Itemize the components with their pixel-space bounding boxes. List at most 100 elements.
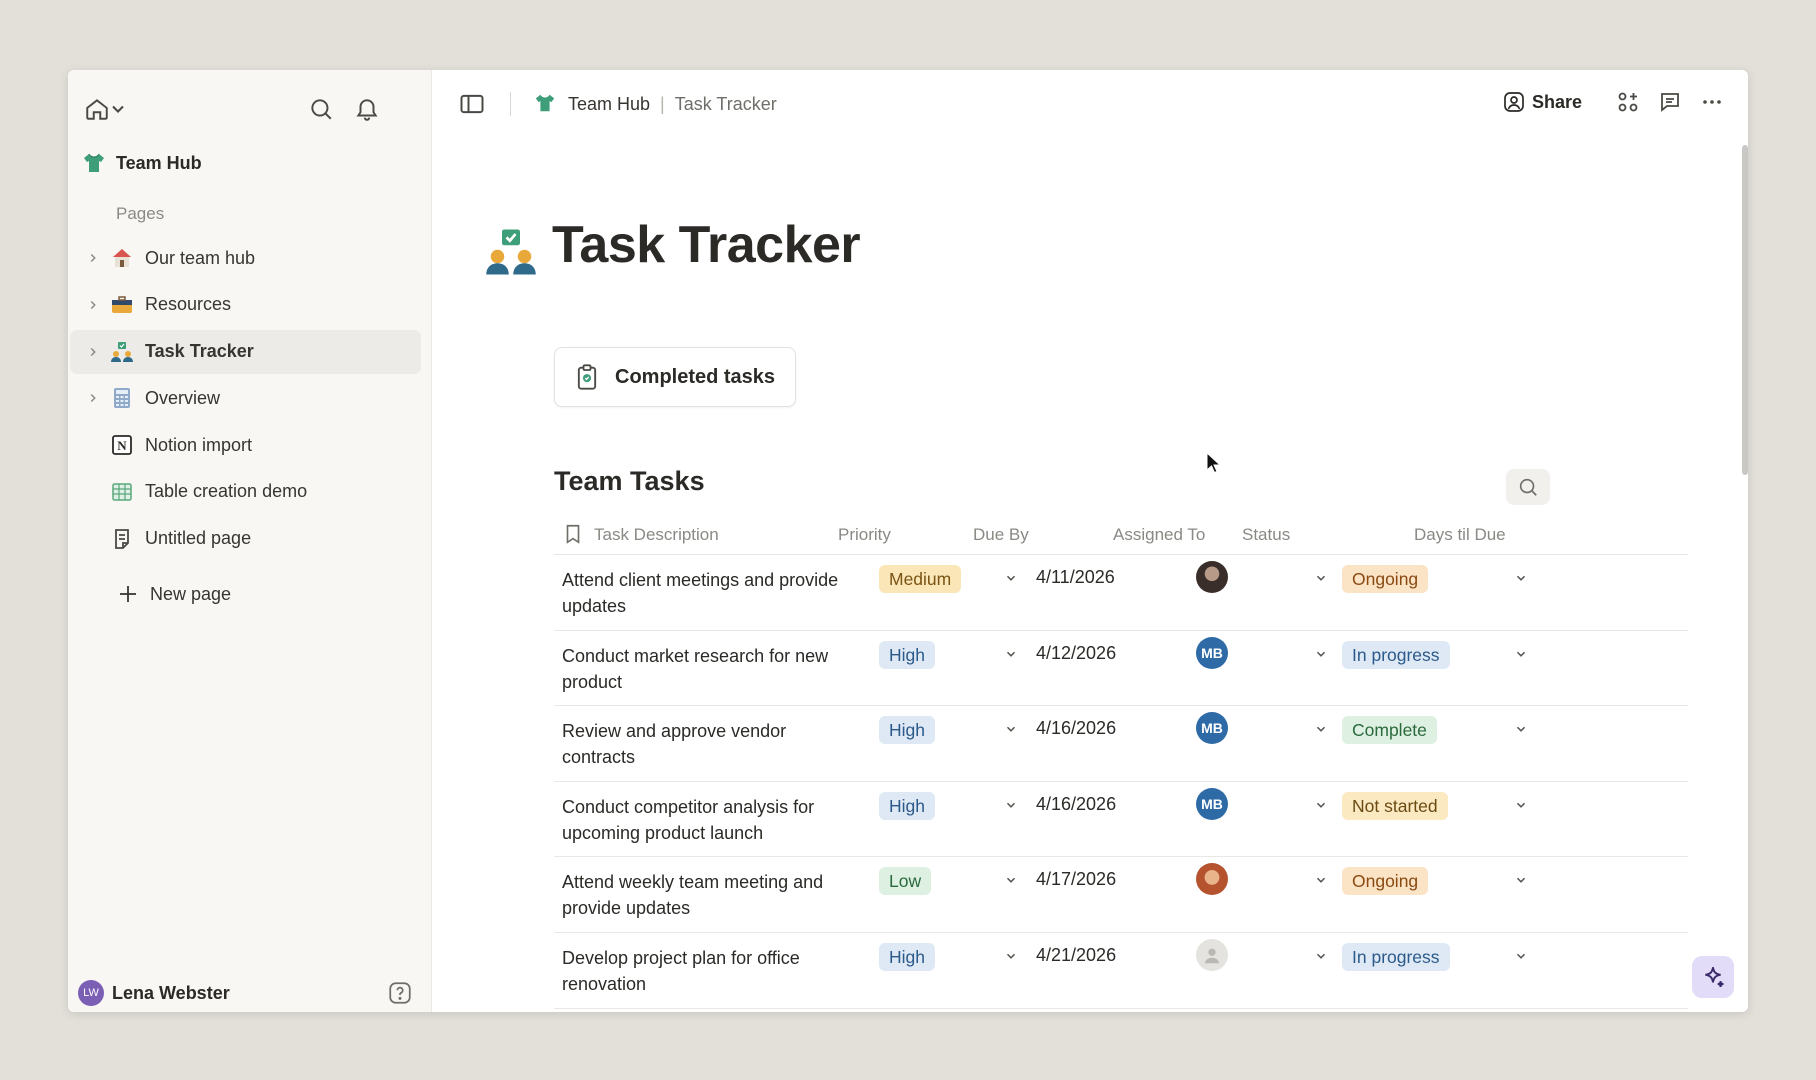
due-date[interactable]: 4/11/2026	[1036, 567, 1115, 588]
new-page-button[interactable]: New page	[116, 582, 231, 606]
chevron-right-icon[interactable]	[78, 251, 108, 265]
avatar[interactable]: MB	[1196, 712, 1228, 745]
priority-tag[interactable]: High	[879, 791, 935, 820]
more-icon[interactable]	[1698, 88, 1726, 116]
task-description[interactable]: Attend weekly team meeting and provide u…	[562, 869, 852, 921]
chevron-down-icon[interactable]	[1004, 947, 1018, 968]
chevron-down-icon[interactable]	[108, 92, 128, 126]
chevron-down-icon[interactable]	[1314, 947, 1328, 968]
table-row[interactable]: Review and approve vendor contracts High…	[554, 706, 1688, 782]
chevron-down-icon[interactable]	[1004, 569, 1018, 590]
table-search-button[interactable]	[1506, 469, 1550, 505]
sidebar-item-task-tracker[interactable]: Task Tracker	[70, 329, 421, 374]
status-tag[interactable]: In progress	[1342, 640, 1450, 669]
chevron-down-icon[interactable]	[1314, 645, 1328, 666]
chevron-down-icon[interactable]	[1314, 569, 1328, 590]
chevron-right-icon[interactable]	[78, 391, 108, 405]
chevron-right-icon[interactable]	[78, 298, 108, 312]
sidebar-item-our-team-hub[interactable]: Our team hub	[70, 236, 421, 280]
priority-tag[interactable]: High	[879, 942, 935, 971]
due-date[interactable]: 4/17/2026	[1036, 869, 1116, 890]
table-row[interactable]: Conduct market research for new product …	[554, 631, 1688, 707]
status-tag[interactable]: In progress	[1342, 942, 1450, 971]
column-header-task-description[interactable]: Task Description	[566, 524, 719, 545]
due-date[interactable]: 4/21/2026	[1036, 945, 1116, 966]
sidebar-item-untitled-page[interactable]: Untitled page	[70, 517, 421, 561]
due-date[interactable]: 4/16/2026	[1036, 794, 1116, 815]
column-header-priority[interactable]: Priority	[838, 525, 891, 545]
avatar[interactable]: MB	[1196, 787, 1228, 820]
scrollbar[interactable]	[1742, 145, 1748, 475]
page-title[interactable]: Task Tracker	[552, 215, 861, 275]
avatar[interactable]	[1196, 938, 1228, 971]
chevron-down-icon[interactable]	[1514, 645, 1528, 666]
priority-tag[interactable]: Medium	[879, 565, 962, 593]
breadcrumb-page[interactable]: Task Tracker	[675, 94, 777, 115]
table-row[interactable]: Develop project plan for office renovati…	[554, 933, 1688, 1009]
chevron-down-icon[interactable]	[1514, 796, 1528, 817]
app-window: Team Hub Pages Our team hub Resources Ta…	[68, 70, 1748, 1012]
sidebar-item-resources[interactable]: Resources	[70, 283, 421, 327]
due-date[interactable]: 4/12/2026	[1036, 643, 1116, 664]
column-header-days-til-due[interactable]: Days til Due	[1414, 525, 1506, 545]
chevron-down-icon[interactable]	[1314, 796, 1328, 817]
column-header-status[interactable]: Status	[1242, 525, 1290, 545]
assignee[interactable]	[1196, 863, 1228, 896]
completed-tasks-button[interactable]: Completed tasks	[554, 347, 796, 407]
chevron-down-icon[interactable]	[1004, 796, 1018, 817]
priority-tag[interactable]: High	[879, 716, 935, 745]
user-profile[interactable]: LW Lena Webster	[78, 976, 421, 1010]
workspace-switcher[interactable]: Team Hub	[80, 146, 419, 180]
status-tag[interactable]: Complete	[1342, 716, 1437, 745]
status-tag[interactable]: Ongoing	[1342, 867, 1429, 896]
column-header-due-by[interactable]: Due By	[973, 525, 1029, 545]
status-tag[interactable]: Ongoing	[1342, 565, 1429, 593]
assignee[interactable]	[1196, 561, 1228, 593]
avatar[interactable]: MB	[1196, 636, 1228, 669]
task-description[interactable]: Attend client meetings and provide updat…	[562, 567, 852, 619]
section-title[interactable]: Team Tasks	[554, 466, 705, 497]
status-tag[interactable]: Not started	[1342, 791, 1448, 820]
priority-tag[interactable]: High	[879, 640, 935, 669]
assignee[interactable]: MB	[1196, 787, 1228, 820]
task-description[interactable]: Conduct market research for new product	[562, 643, 852, 695]
chevron-down-icon[interactable]	[1514, 871, 1528, 892]
people-check-icon[interactable]	[484, 225, 538, 279]
chevron-down-icon[interactable]	[1314, 871, 1328, 892]
chevron-down-icon[interactable]	[1004, 645, 1018, 666]
chevron-down-icon[interactable]	[1004, 871, 1018, 892]
comment-icon[interactable]	[1656, 88, 1684, 116]
table-row[interactable]: Attend weekly team meeting and provide u…	[554, 857, 1688, 933]
sidebar-item-overview[interactable]: Overview	[70, 376, 421, 420]
task-description[interactable]: Review and approve vendor contracts	[562, 718, 852, 770]
assignee[interactable]: MB	[1196, 712, 1228, 745]
avatar[interactable]	[1196, 561, 1228, 593]
due-date[interactable]: 4/16/2026	[1036, 718, 1116, 739]
breadcrumb-workspace[interactable]: Team Hub	[568, 94, 650, 115]
chevron-down-icon[interactable]	[1514, 720, 1528, 741]
chevron-right-icon[interactable]	[78, 345, 108, 359]
chevron-down-icon[interactable]	[1514, 947, 1528, 968]
search-icon[interactable]	[304, 92, 338, 126]
sidebar-toggle-icon[interactable]	[458, 90, 488, 120]
share-button[interactable]: Share	[1502, 90, 1582, 114]
chevron-down-icon[interactable]	[1314, 720, 1328, 741]
table-row[interactable]: Conduct competitor analysis for upcoming…	[554, 782, 1688, 858]
avatar[interactable]	[1196, 863, 1228, 896]
priority-tag[interactable]: Low	[879, 867, 932, 896]
table-row[interactable]: Attend client meetings and provide updat…	[554, 555, 1688, 631]
bell-icon[interactable]	[350, 92, 384, 126]
apps-icon[interactable]	[1614, 88, 1642, 116]
help-icon[interactable]	[387, 980, 413, 1006]
sidebar-item-notion-import[interactable]: N Notion import	[70, 423, 421, 467]
sidebar: Team Hub Pages Our team hub Resources Ta…	[68, 70, 432, 1012]
assignee[interactable]	[1196, 938, 1228, 971]
column-header-assigned-to[interactable]: Assigned To	[1113, 525, 1205, 545]
sidebar-item-table-creation-demo[interactable]: Table creation demo	[70, 470, 421, 514]
assignee[interactable]: MB	[1196, 636, 1228, 669]
task-description[interactable]: Develop project plan for office renovati…	[562, 945, 852, 997]
chevron-down-icon[interactable]	[1004, 720, 1018, 741]
chevron-down-icon[interactable]	[1514, 569, 1528, 590]
task-description[interactable]: Conduct competitor analysis for upcoming…	[562, 794, 852, 846]
ai-assistant-button[interactable]	[1692, 956, 1734, 998]
